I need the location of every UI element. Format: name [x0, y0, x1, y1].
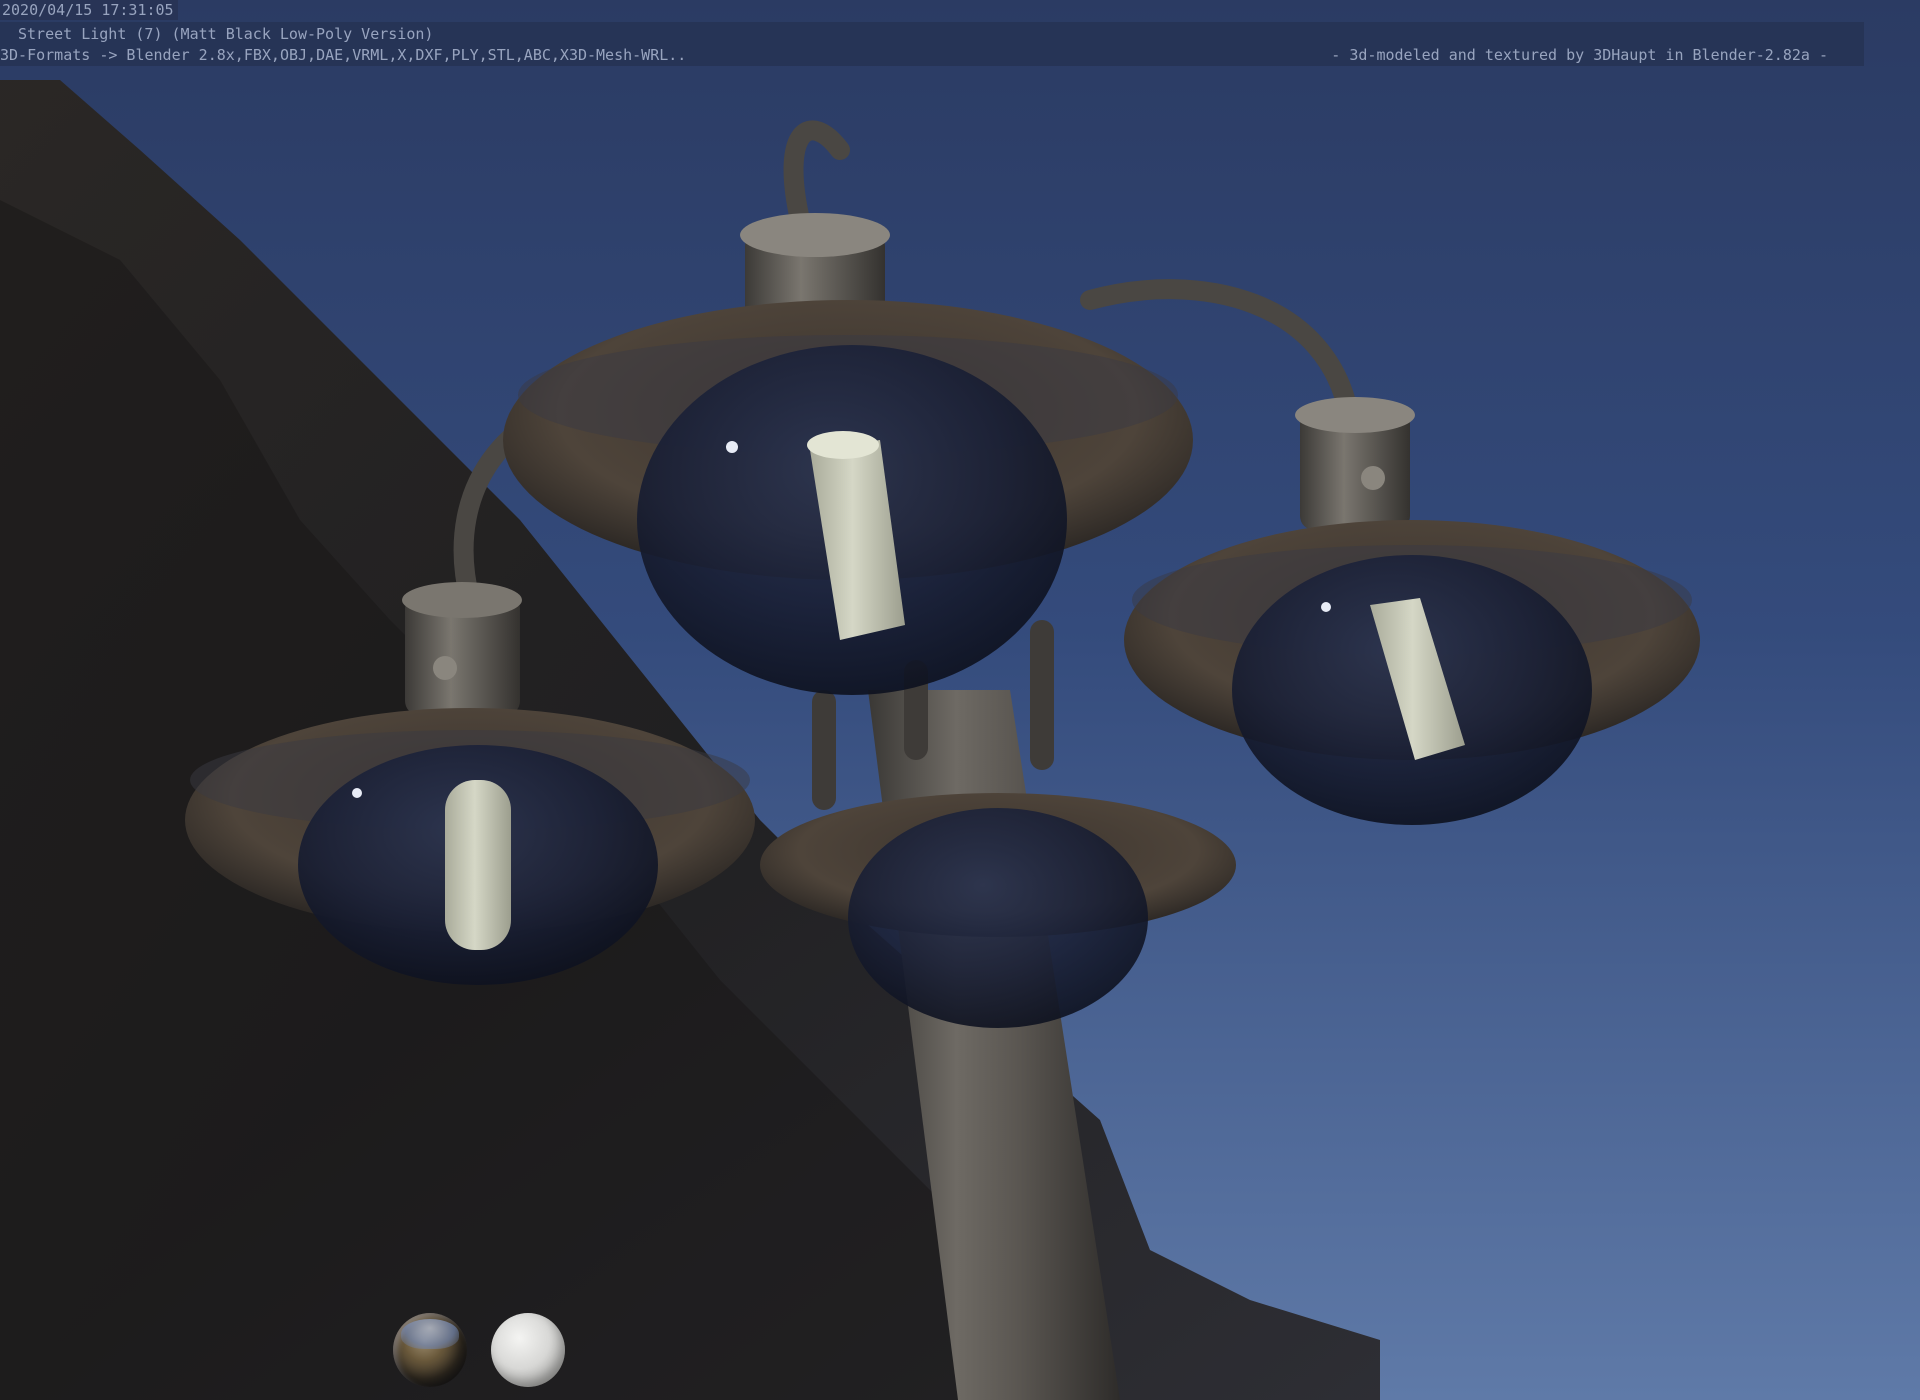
- info-overlay: Street Light (7) (Matt Black Low-Poly Ve…: [0, 22, 1864, 66]
- render-timestamp: 2020/04/15 17:31:05: [0, 0, 178, 20]
- rendered-scene: [0, 0, 1920, 1400]
- model-title: Street Light (7) (Matt Black Low-Poly Ve…: [18, 25, 434, 43]
- credit-line: - 3d-modeled and textured by 3DHaupt in …: [1331, 46, 1828, 64]
- 3d-viewport[interactable]: 2020/04/15 17:31:05 Street Light (7) (Ma…: [0, 0, 1920, 1400]
- formats-line: 3D-Formats -> Blender 2.8x,FBX,OBJ,DAE,V…: [0, 46, 687, 64]
- white-sphere-icon[interactable]: [491, 1313, 565, 1387]
- hdri-sphere-icon[interactable]: [393, 1313, 467, 1387]
- timestamp-text: 2020/04/15 17:31:05: [2, 1, 174, 19]
